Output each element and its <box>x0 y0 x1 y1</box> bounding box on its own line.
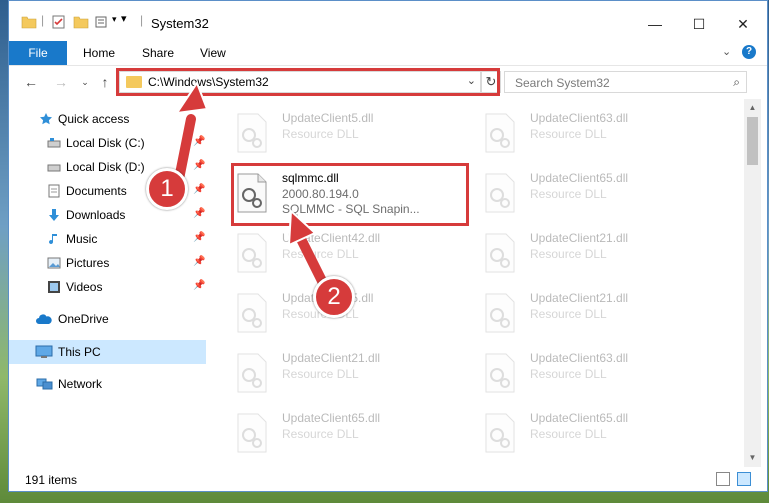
annotation-arrows <box>174 80 332 296</box>
step-1-badge: 1 <box>146 168 188 210</box>
file-explorer-window: | ▾ ▾ | System32 — ☐ ✕ File Home Share V… <box>8 0 768 492</box>
step-2-badge: 2 <box>313 276 355 318</box>
